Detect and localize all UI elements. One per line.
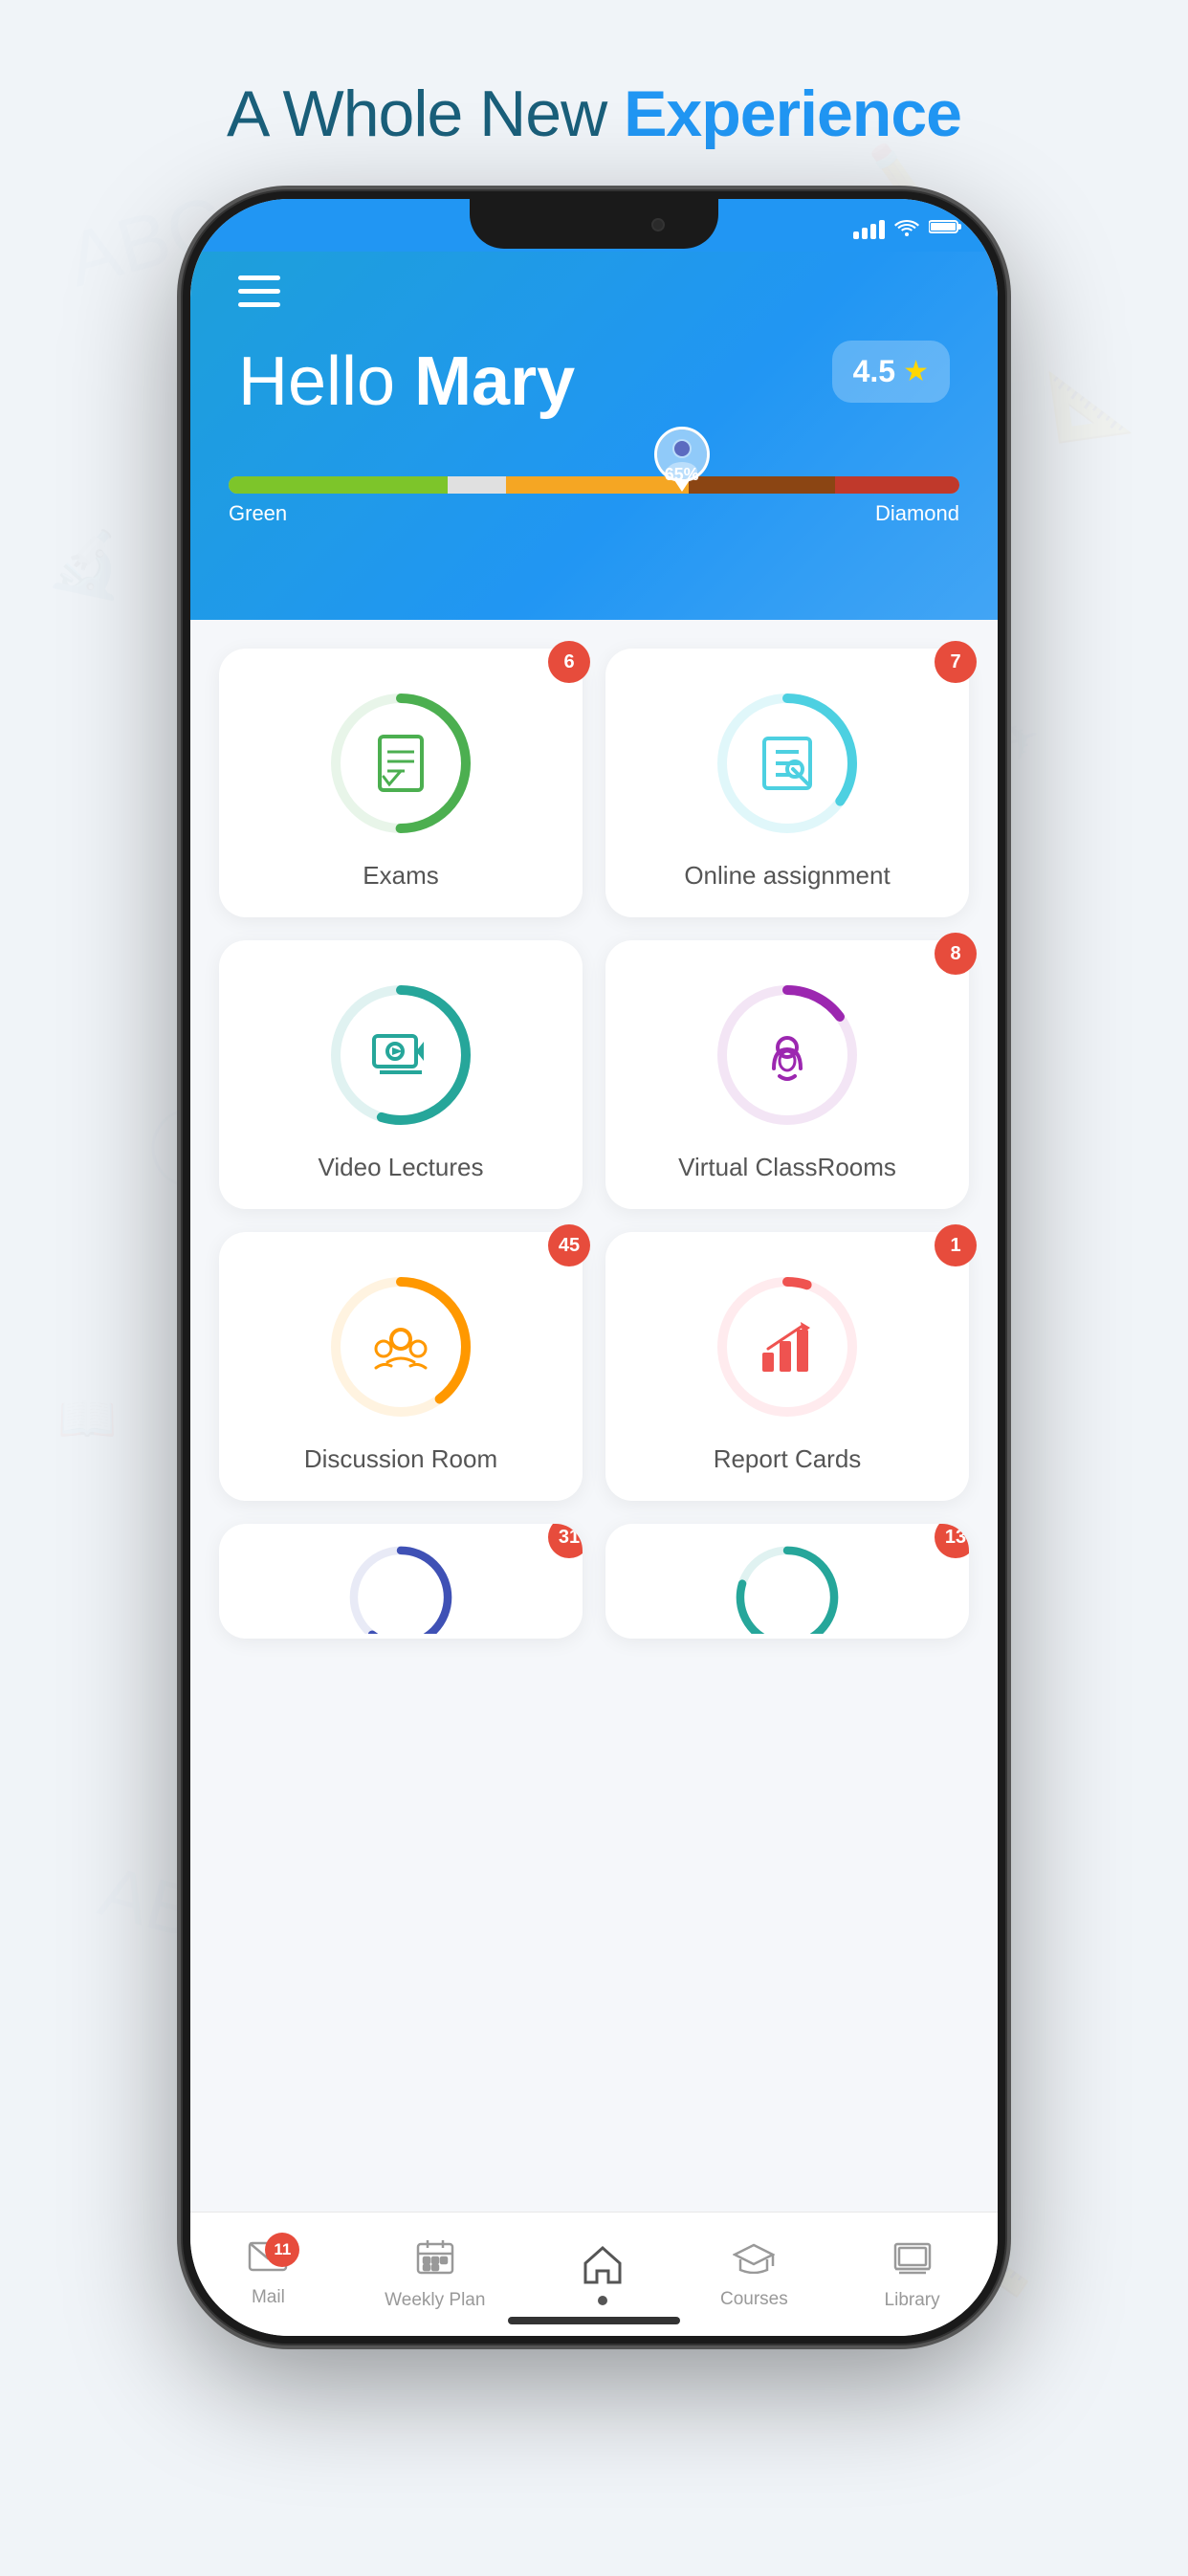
cards-grid: 6	[219, 649, 969, 1501]
library-label: Library	[885, 2290, 940, 2311]
card-video-lectures[interactable]: Video Lectures	[219, 940, 583, 1209]
badge-report-cards: 1	[935, 1224, 977, 1266]
label-virtual-classrooms: Virtual ClassRooms	[678, 1153, 896, 1182]
phone-screen: Hello Mary 4.5 ★	[190, 199, 998, 2336]
partial-badge-1: 31	[548, 1524, 583, 1558]
badge-online-assignment: 7	[935, 641, 977, 683]
card-virtual-classrooms[interactable]: 8	[605, 940, 969, 1209]
card-exams[interactable]: 6	[219, 649, 583, 917]
card-online-assignment[interactable]: 7	[605, 649, 969, 917]
level-start: Green	[229, 501, 287, 526]
weekly-plan-label: Weekly Plan	[385, 2290, 485, 2311]
rating-star: ★	[903, 355, 929, 388]
notch	[470, 199, 718, 249]
courses-label: Courses	[720, 2289, 788, 2310]
label-discussion-room: Discussion Room	[304, 1444, 497, 1474]
level-end: Diamond	[875, 501, 959, 526]
progress-dark	[689, 476, 835, 494]
library-icon	[891, 2238, 934, 2284]
page-title: A Whole New Experience	[0, 77, 1188, 151]
main-content: 6	[190, 620, 998, 2212]
circle-exams	[324, 687, 477, 840]
nav-mail[interactable]: 11 Mail	[229, 2231, 307, 2318]
partial-badge-2: 13	[935, 1524, 969, 1558]
card-report-cards[interactable]: 1	[605, 1232, 969, 1501]
progress-area: 65% Green Diamond	[229, 476, 959, 526]
label-online-assignment: Online assignment	[684, 861, 890, 891]
header-area: Hello Mary 4.5 ★	[190, 199, 998, 620]
home-icon	[582, 2244, 624, 2294]
home-active-dot	[598, 2296, 607, 2305]
svg-text:📐: 📐	[1044, 358, 1136, 445]
circle-online-assignment	[711, 687, 864, 840]
mail-badge: 11	[265, 2233, 299, 2267]
greeting: Hello Mary	[238, 342, 575, 421]
badge-exams: 6	[548, 641, 590, 683]
label-video-lectures: Video Lectures	[319, 1153, 484, 1182]
rating-badge: 4.5 ★	[832, 341, 950, 403]
partial-card-1[interactable]: 31	[219, 1524, 583, 1639]
progress-labels: Green Diamond	[229, 501, 959, 526]
home-indicator	[508, 2317, 680, 2324]
progress-green	[229, 476, 448, 494]
partial-card-2[interactable]: 13	[605, 1524, 969, 1639]
user-name: Mary	[414, 343, 575, 420]
label-exams: Exams	[363, 861, 438, 891]
progress-red	[835, 476, 959, 494]
progress-percent: 65%	[665, 465, 699, 485]
mail-label: Mail	[252, 2287, 285, 2308]
wifi-icon	[894, 217, 919, 242]
phone-frame: Hello Mary 4.5 ★	[183, 191, 1005, 2344]
svg-text:🔬: 🔬	[45, 517, 136, 604]
nav-weekly-plan[interactable]: Weekly Plan	[365, 2229, 504, 2321]
partial-cards: 31 13	[219, 1524, 969, 1639]
nav-library[interactable]: Library	[866, 2229, 959, 2321]
camera	[651, 218, 665, 231]
progress-bar: 65%	[229, 476, 959, 494]
svg-text:📖: 📖	[57, 1392, 117, 1445]
card-discussion-room[interactable]: 45	[219, 1232, 583, 1501]
badge-discussion-room: 45	[548, 1224, 590, 1266]
progress-white	[448, 476, 506, 494]
nav-home[interactable]	[562, 2235, 643, 2315]
greeting-text: Hello	[238, 343, 414, 420]
battery-icon	[929, 218, 963, 241]
status-icons	[853, 217, 963, 242]
label-report-cards: Report Cards	[714, 1444, 862, 1474]
circle-report-cards	[711, 1270, 864, 1423]
signal-icon	[853, 220, 885, 239]
nav-courses[interactable]: Courses	[701, 2230, 807, 2320]
rating-number: 4.5	[853, 354, 895, 389]
courses-icon	[733, 2239, 775, 2283]
circle-virtual-classrooms	[711, 979, 864, 1132]
circle-video-lectures	[324, 979, 477, 1132]
weekly-plan-icon	[416, 2238, 454, 2284]
circle-discussion-room	[324, 1270, 477, 1423]
title-regular: A Whole New	[227, 77, 624, 150]
title-bold: Experience	[624, 77, 961, 150]
hamburger-menu[interactable]	[238, 275, 280, 307]
badge-virtual-classrooms: 8	[935, 933, 977, 975]
